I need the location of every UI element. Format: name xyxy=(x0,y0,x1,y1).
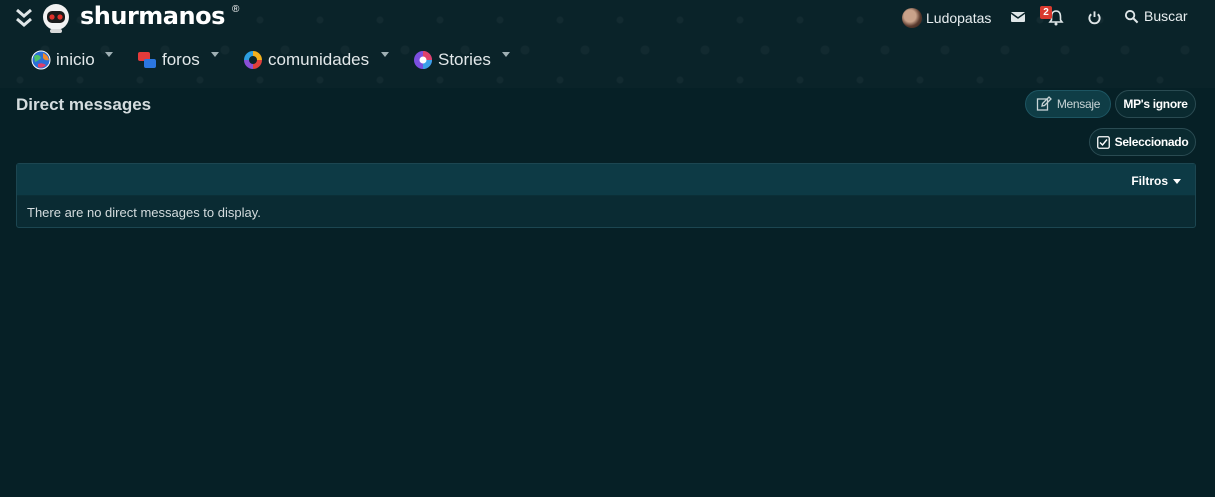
globe-icon xyxy=(31,50,51,70)
empty-state-message: There are no direct messages to display. xyxy=(27,205,261,220)
nav-item-inicio[interactable]: inicio xyxy=(30,45,95,75)
messages-panel: Filtros There are no direct messages to … xyxy=(16,163,1196,228)
search-icon xyxy=(1124,9,1139,23)
power-icon[interactable] xyxy=(1087,10,1102,25)
username[interactable]: Ludopatas xyxy=(926,10,991,26)
caret-down-icon xyxy=(1173,178,1181,184)
chevron-down-icon[interactable] xyxy=(381,52,389,57)
nav-item-stories[interactable]: Stories xyxy=(412,45,491,75)
site-header: shurmanos ® Ludopatas 2 Buscar inicio fo… xyxy=(0,0,1215,88)
robot-mascot-icon[interactable] xyxy=(40,2,72,34)
avatar[interactable] xyxy=(902,8,922,28)
ignored-messages-button[interactable]: MP's ignore xyxy=(1115,90,1196,118)
panel-header: Filtros xyxy=(17,164,1195,196)
nav-label-foros: foros xyxy=(162,50,200,69)
nav-label-inicio: inicio xyxy=(56,50,95,69)
registered-mark: ® xyxy=(232,4,240,15)
page-title: Direct messages xyxy=(16,95,152,114)
notification-badge: 2 xyxy=(1040,6,1052,19)
mail-icon[interactable] xyxy=(1010,10,1026,24)
user-menu[interactable]: Ludopatas xyxy=(902,7,991,29)
main-nav: inicio foros comunidades Stories xyxy=(0,45,1215,75)
notifications[interactable]: 2 xyxy=(1040,6,1066,28)
communities-icon xyxy=(244,51,262,69)
edit-icon xyxy=(1036,96,1052,111)
search-label: Buscar xyxy=(1144,8,1188,24)
nav-item-comunidades[interactable]: comunidades xyxy=(242,45,369,75)
nav-label-stories: Stories xyxy=(438,50,491,69)
filters-label: Filtros xyxy=(1131,174,1168,188)
forums-icon xyxy=(138,52,156,68)
ignored-messages-label: MP's ignore xyxy=(1123,97,1188,111)
top-bar: shurmanos ® Ludopatas 2 Buscar xyxy=(0,0,1215,36)
chevron-down-icon[interactable] xyxy=(211,52,219,57)
chevron-down-icon[interactable] xyxy=(105,52,113,57)
double-chevron-down-icon[interactable] xyxy=(14,7,34,29)
select-button[interactable]: Seleccionado xyxy=(1089,128,1196,156)
nav-item-foros[interactable]: foros xyxy=(136,45,200,75)
logo-text[interactable]: shurmanos xyxy=(80,2,225,30)
nav-label-comunidades: comunidades xyxy=(268,50,370,69)
stories-icon xyxy=(414,51,432,69)
checkbox-icon xyxy=(1096,135,1110,149)
select-label: Seleccionado xyxy=(1114,135,1189,149)
new-message-label: Mensaje xyxy=(1056,97,1101,111)
search-button[interactable]: Buscar xyxy=(1124,8,1188,24)
filters-button[interactable]: Filtros xyxy=(1131,174,1181,188)
new-message-button[interactable]: Mensaje xyxy=(1025,90,1111,118)
chevron-down-icon[interactable] xyxy=(502,52,510,57)
